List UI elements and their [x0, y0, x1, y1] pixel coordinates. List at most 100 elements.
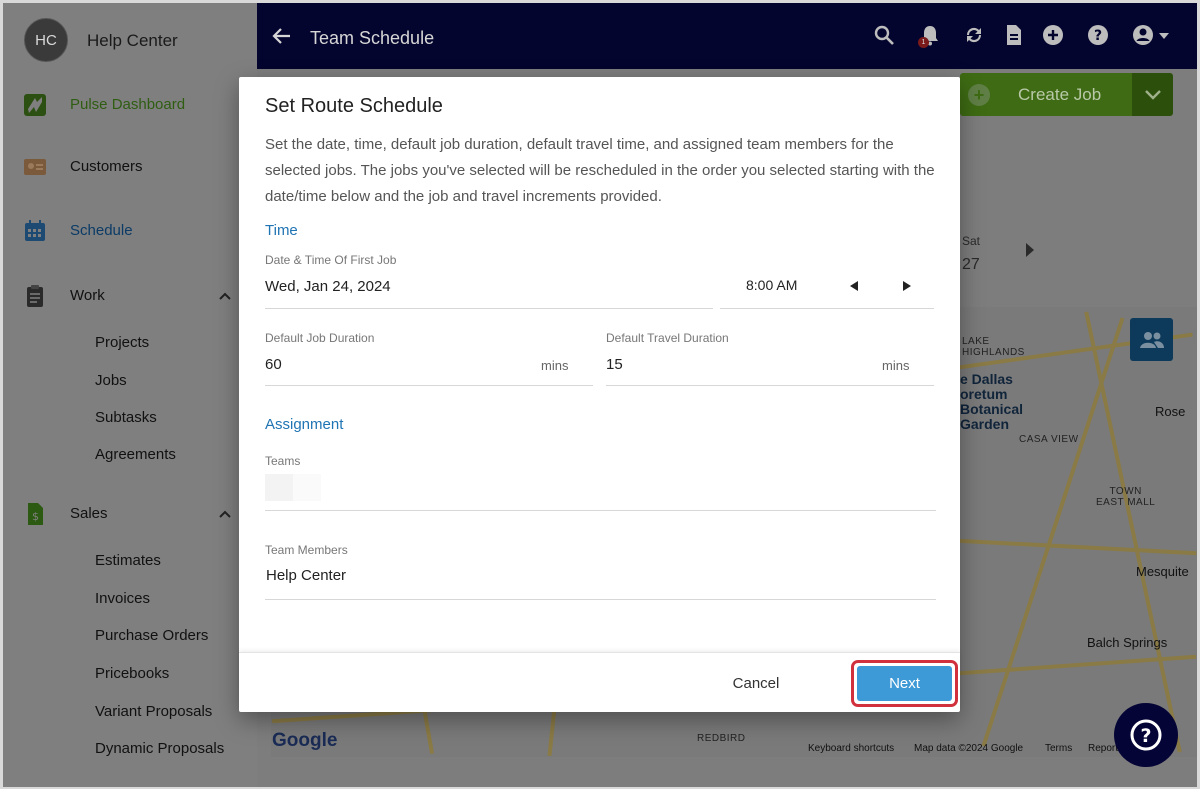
sidebar-subitem-subtasks[interactable]: Subtasks	[95, 409, 157, 426]
next-button-highlight: Next	[851, 660, 958, 707]
sidebar-subitem-projects[interactable]: Projects	[95, 334, 149, 351]
document-icon[interactable]	[1002, 23, 1026, 47]
job-duration-label: Default Job Duration	[265, 331, 375, 345]
help-circle-icon[interactable]: ?	[1086, 23, 1110, 47]
job-duration-input[interactable]: 60	[265, 356, 282, 373]
map-label-arboretum: e Dallas oretum Botanical Garden	[960, 371, 1024, 432]
sidebar-item-label: Customers	[70, 158, 143, 175]
time-section-heading: Time	[265, 222, 298, 239]
sidebar-header[interactable]: HC Help Center	[3, 3, 257, 73]
team-members-field[interactable]: Help Center	[266, 567, 346, 584]
time-field[interactable]: 8:00 AM	[746, 277, 797, 293]
cancel-button[interactable]: Cancel	[719, 669, 793, 697]
time-decrement-icon[interactable]	[847, 279, 861, 293]
sidebar-item-label: Work	[70, 287, 105, 304]
team-chip[interactable]	[265, 474, 293, 501]
map-label-rose: Rose	[1155, 404, 1186, 419]
notification-badge: 1	[918, 37, 929, 48]
date-field-underline	[265, 308, 713, 309]
dialog-description: Set the date, time, default job duration…	[265, 136, 935, 205]
plus-circle-icon[interactable]	[1041, 23, 1065, 47]
sidebar-subitem-invoices[interactable]: Invoices	[95, 590, 150, 607]
sidebar-item-sales[interactable]: $ Sales	[3, 494, 257, 534]
sidebar-item-label: Schedule	[70, 222, 133, 239]
sidebar-item-label: Pulse Dashboard	[70, 96, 186, 113]
map-label-casa-view: CASA VIEW	[1019, 434, 1079, 445]
id-card-icon	[24, 159, 46, 175]
day-label: Sat	[962, 234, 981, 248]
svg-text:?: ?	[1140, 725, 1151, 747]
dollar-document-icon: $	[28, 503, 43, 525]
google-logo: Google	[272, 730, 338, 751]
pulse-logo-icon	[24, 94, 46, 116]
map-road	[1084, 311, 1182, 753]
help-circle-icon: ?	[1130, 719, 1162, 751]
time-field-underline	[720, 308, 934, 309]
travel-duration-underline	[606, 385, 934, 386]
assignment-section-heading: Assignment	[265, 416, 344, 433]
travel-duration-unit: mins	[882, 358, 910, 373]
team-members-underline	[265, 599, 936, 600]
date-field[interactable]: Wed, Jan 24, 2024	[265, 278, 391, 295]
chevron-up-icon[interactable]	[217, 506, 233, 522]
account-name[interactable]: Help Center	[87, 31, 178, 51]
sidebar: HC Help Center Pulse Dashboard Customers…	[3, 3, 257, 787]
avatar[interactable]: HC	[24, 18, 68, 62]
sidebar-item-customers[interactable]: Customers	[3, 147, 257, 187]
sidebar-subitem-agreements[interactable]: Agreements	[95, 446, 176, 463]
travel-duration-input[interactable]: 15	[606, 356, 623, 373]
sidebar-item-label: Sales	[70, 505, 108, 522]
date-time-label: Date & Time Of First Job	[265, 253, 397, 267]
map-label-mesquite: Mesquite	[1136, 564, 1189, 579]
sidebar-item-work[interactable]: Work	[3, 276, 257, 316]
set-route-schedule-dialog: Set Route Schedule Set the date, time, d…	[239, 77, 960, 712]
clipboard-icon	[27, 285, 43, 307]
calendar-icon	[25, 220, 45, 241]
time-increment-icon[interactable]	[900, 279, 914, 293]
teams-label: Teams	[265, 454, 301, 468]
search-icon[interactable]	[872, 23, 896, 47]
sidebar-item-schedule[interactable]: Schedule	[3, 211, 257, 251]
map-label-highlands: LAKE HIGHLANDS	[962, 336, 1025, 358]
help-fab-button[interactable]: ?	[1114, 703, 1178, 767]
map-data-attribution: Map data ©2024 Google	[914, 743, 1024, 754]
job-duration-unit: mins	[541, 358, 569, 373]
create-job-dropdown[interactable]	[1132, 73, 1173, 116]
svg-text:?: ?	[1094, 28, 1102, 44]
dialog-footer: Cancel Next	[239, 652, 960, 712]
sidebar-subitem-estimates[interactable]: Estimates	[95, 552, 161, 569]
map-label-town-east: TOWN EAST MALL	[1096, 486, 1156, 508]
sidebar-subitem-dynamic-proposals[interactable]: Dynamic Proposals	[95, 740, 224, 757]
page-title: Team Schedule	[310, 28, 435, 48]
map-label-redbird: REDBIRD	[697, 733, 746, 744]
back-arrow-icon[interactable]	[271, 25, 293, 47]
plus-icon: +	[968, 84, 990, 106]
map-label-balch-springs: Balch Springs	[1087, 635, 1168, 650]
chevron-down-icon[interactable]	[1158, 31, 1170, 41]
team-members-label: Team Members	[265, 543, 348, 557]
next-week-arrow-icon[interactable]	[1024, 242, 1036, 258]
chevron-up-icon[interactable]	[217, 288, 233, 304]
next-button[interactable]: Next	[857, 666, 952, 701]
team-chip[interactable]	[293, 474, 321, 501]
chevron-down-icon	[1144, 89, 1161, 100]
teams-underline	[265, 510, 936, 511]
account-icon[interactable]	[1131, 23, 1155, 47]
svg-text:$: $	[32, 510, 39, 523]
team-filter-button[interactable]	[1130, 318, 1173, 361]
day-number[interactable]: 27	[962, 256, 980, 274]
travel-duration-label: Default Travel Duration	[606, 331, 729, 345]
sync-icon[interactable]	[962, 23, 986, 47]
sidebar-item-pulse-dashboard[interactable]: Pulse Dashboard	[3, 85, 257, 125]
report-link[interactable]: Report	[1088, 743, 1118, 754]
dialog-title: Set Route Schedule	[265, 95, 443, 117]
keyboard-shortcuts-link[interactable]: Keyboard shortcuts	[808, 743, 894, 754]
sidebar-subitem-variant-proposals[interactable]: Variant Proposals	[95, 703, 212, 720]
job-duration-underline	[265, 385, 593, 386]
sidebar-subitem-pricebooks[interactable]: Pricebooks	[95, 665, 169, 682]
sidebar-subitem-jobs[interactable]: Jobs	[95, 372, 127, 389]
terms-link[interactable]: Terms	[1045, 743, 1072, 754]
people-icon	[1139, 331, 1164, 348]
top-bar: Team Schedule 1 ?	[257, 3, 1197, 69]
sidebar-subitem-purchase-orders[interactable]: Purchase Orders	[95, 627, 208, 644]
